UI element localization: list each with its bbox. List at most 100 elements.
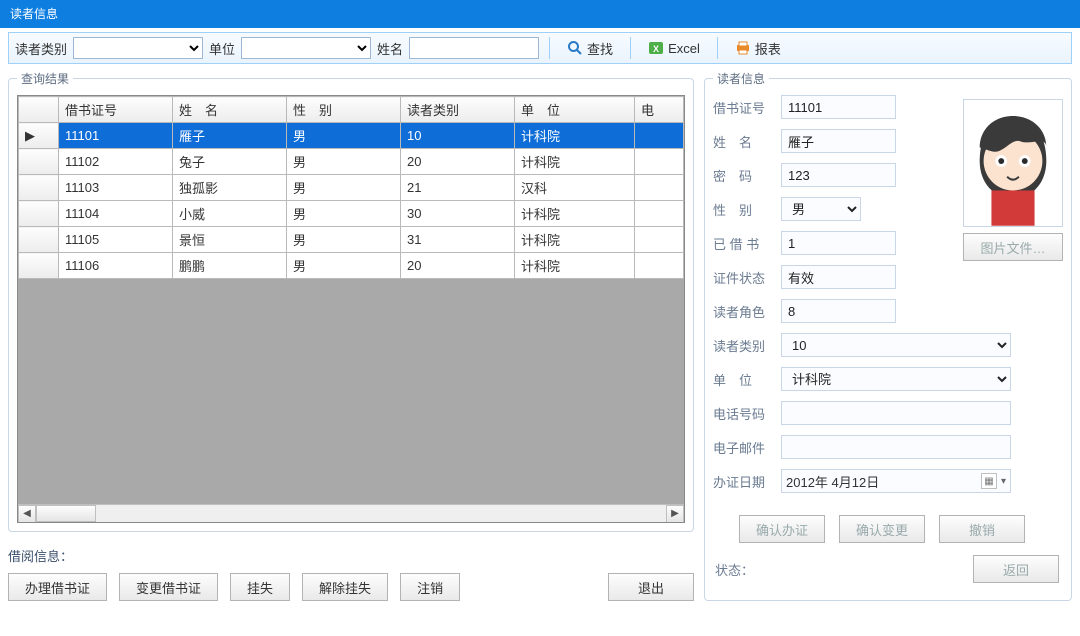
cell-unit[interactable]: 计科院 — [515, 253, 635, 279]
cell-name[interactable]: 独孤影 — [173, 175, 287, 201]
cell-id[interactable]: 11106 — [59, 253, 173, 279]
lbl-email: 电子邮件 — [713, 438, 773, 457]
return-button[interactable]: 返回 — [973, 555, 1059, 583]
scroll-left-icon[interactable]: ◀ — [18, 505, 36, 523]
row-header[interactable] — [19, 227, 59, 253]
results-grid-wrap: 借书证号 姓 名 性 别 读者类别 单 位 电 ▶11101雁子男10计科院11… — [17, 95, 685, 523]
cell-unit[interactable]: 计科院 — [515, 201, 635, 227]
image-file-button[interactable]: 图片文件… — [963, 233, 1063, 261]
report-button[interactable]: 报表 — [728, 36, 788, 61]
borrow-info-label: 借阅信息： — [8, 546, 694, 565]
scroll-thumb[interactable] — [36, 505, 96, 522]
unlost-button[interactable]: 解除挂失 — [302, 573, 388, 601]
field-borrowed[interactable] — [781, 231, 896, 255]
col-name[interactable]: 姓 名 — [173, 97, 287, 123]
field-pwd[interactable] — [781, 163, 896, 187]
toolbar-separator — [549, 37, 550, 59]
confirm-change-button[interactable]: 确认变更 — [839, 515, 925, 543]
chevron-down-icon[interactable]: ▾ — [1001, 476, 1006, 487]
row-header[interactable] — [19, 175, 59, 201]
col-cat[interactable]: 读者类别 — [401, 97, 515, 123]
scroll-track[interactable] — [36, 505, 666, 522]
field-unit[interactable]: 计科院 — [781, 367, 1011, 391]
cell-tel[interactable] — [635, 175, 684, 201]
field-role[interactable] — [781, 299, 896, 323]
cell-id[interactable]: 11105 — [59, 227, 173, 253]
table-row[interactable]: 11102兔子男20计科院 — [19, 149, 684, 175]
excel-icon: X — [648, 40, 664, 56]
cell-tel[interactable] — [635, 149, 684, 175]
cell-gender[interactable]: 男 — [287, 175, 401, 201]
search-button[interactable]: 查找 — [560, 36, 620, 61]
confirm-apply-button[interactable]: 确认办证 — [739, 515, 825, 543]
cancel-card-button[interactable]: 注销 — [400, 573, 460, 601]
toolbar-name-input[interactable] — [409, 37, 539, 59]
excel-button[interactable]: X Excel — [641, 37, 707, 59]
table-row[interactable]: ▶11101雁子男10计科院 — [19, 123, 684, 149]
cell-tel[interactable] — [635, 227, 684, 253]
field-name[interactable] — [781, 129, 896, 153]
cell-name[interactable]: 景恒 — [173, 227, 287, 253]
table-row[interactable]: 11106鹏鹏男20计科院 — [19, 253, 684, 279]
field-date[interactable]: 2012年 4月12日 ▦ ▾ — [781, 469, 1011, 493]
toolbar-category-select[interactable] — [73, 37, 203, 59]
cell-gender[interactable]: 男 — [287, 149, 401, 175]
field-email[interactable] — [781, 435, 1011, 459]
row-header[interactable] — [19, 201, 59, 227]
cell-unit[interactable]: 计科院 — [515, 123, 635, 149]
cell-gender[interactable]: 男 — [287, 123, 401, 149]
field-category[interactable]: 10 — [781, 333, 1011, 357]
table-row[interactable]: 11105景恒男31计科院 — [19, 227, 684, 253]
cell-id[interactable]: 11101 — [59, 123, 173, 149]
cell-id[interactable]: 11104 — [59, 201, 173, 227]
cell-id[interactable]: 11102 — [59, 149, 173, 175]
cell-unit[interactable]: 计科院 — [515, 149, 635, 175]
cell-cat[interactable]: 20 — [401, 149, 515, 175]
cell-cat[interactable]: 20 — [401, 253, 515, 279]
toolbar-unit-select[interactable] — [241, 37, 371, 59]
cell-name[interactable]: 雁子 — [173, 123, 287, 149]
avatar-icon — [964, 99, 1062, 227]
cell-name[interactable]: 兔子 — [173, 149, 287, 175]
cell-unit[interactable]: 计科院 — [515, 227, 635, 253]
lost-button[interactable]: 挂失 — [230, 573, 290, 601]
change-card-button[interactable]: 变更借书证 — [119, 573, 218, 601]
col-gender[interactable]: 性 别 — [287, 97, 401, 123]
cell-name[interactable]: 鹏鹏 — [173, 253, 287, 279]
left-button-row: 办理借书证 变更借书证 挂失 解除挂失 注销 退出 — [8, 573, 694, 601]
revoke-button[interactable]: 撤销 — [939, 515, 1025, 543]
field-status[interactable] — [781, 265, 896, 289]
field-gender[interactable]: 男 — [781, 197, 861, 221]
field-phone[interactable] — [781, 401, 1011, 425]
scroll-right-icon[interactable]: ▶ — [666, 505, 684, 523]
table-row[interactable]: 11104小威男30计科院 — [19, 201, 684, 227]
toolbar: 读者类别 单位 姓名 查找 X Excel 报表 — [8, 32, 1072, 64]
cell-tel[interactable] — [635, 253, 684, 279]
cell-gender[interactable]: 男 — [287, 227, 401, 253]
apply-card-button[interactable]: 办理借书证 — [8, 573, 107, 601]
calendar-icon[interactable]: ▦ — [981, 473, 997, 489]
cell-cat[interactable]: 21 — [401, 175, 515, 201]
col-id[interactable]: 借书证号 — [59, 97, 173, 123]
cell-name[interactable]: 小威 — [173, 201, 287, 227]
cell-id[interactable]: 11103 — [59, 175, 173, 201]
cell-tel[interactable] — [635, 123, 684, 149]
cell-unit[interactable]: 汉科 — [515, 175, 635, 201]
grid-horizontal-scrollbar[interactable]: ◀ ▶ — [18, 504, 684, 522]
col-tel[interactable]: 电 — [635, 97, 684, 123]
row-header[interactable]: ▶ — [19, 123, 59, 149]
cell-gender[interactable]: 男 — [287, 253, 401, 279]
table-row[interactable]: 11103独孤影男21汉科 — [19, 175, 684, 201]
row-header[interactable] — [19, 253, 59, 279]
results-grid[interactable]: 借书证号 姓 名 性 别 读者类别 单 位 电 ▶11101雁子男10计科院11… — [18, 96, 684, 279]
exit-button[interactable]: 退出 — [608, 573, 694, 601]
report-label: 报表 — [755, 39, 781, 58]
col-unit[interactable]: 单 位 — [515, 97, 635, 123]
cell-cat[interactable]: 10 — [401, 123, 515, 149]
cell-tel[interactable] — [635, 201, 684, 227]
row-header[interactable] — [19, 149, 59, 175]
cell-cat[interactable]: 31 — [401, 227, 515, 253]
field-id[interactable] — [781, 95, 896, 119]
cell-gender[interactable]: 男 — [287, 201, 401, 227]
cell-cat[interactable]: 30 — [401, 201, 515, 227]
